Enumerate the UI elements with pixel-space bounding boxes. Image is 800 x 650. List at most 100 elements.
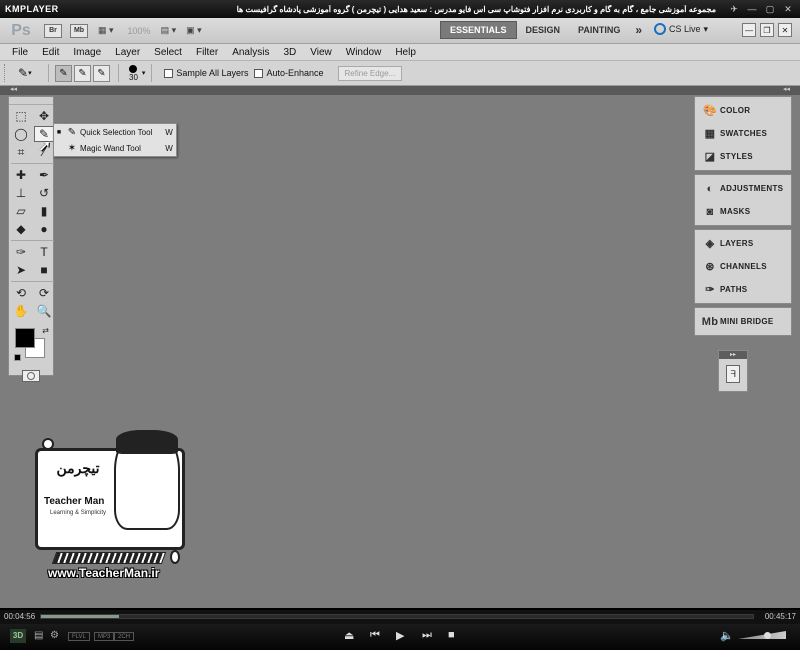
menu-edit[interactable]: Edit xyxy=(35,47,66,58)
eject-icon[interactable]: ⏏ xyxy=(344,629,354,642)
type-tool-icon[interactable]: T xyxy=(34,244,54,260)
panel-group-mini-bridge: Mb MINI BRIDGE xyxy=(694,307,792,336)
cs-live-icon xyxy=(654,23,666,35)
close-icon[interactable]: ✕ xyxy=(782,4,794,15)
gradient-tool-icon[interactable]: ▮ xyxy=(34,203,54,219)
menu-3d[interactable]: 3D xyxy=(276,47,303,58)
expand-panels-icon[interactable]: ◂◂ xyxy=(783,85,790,93)
volume-slider[interactable] xyxy=(738,631,786,639)
play-icon[interactable]: ▶ xyxy=(396,629,404,642)
tool-preset-picker[interactable]: ✎ ▾ xyxy=(18,64,42,82)
menu-layer[interactable]: Layer xyxy=(108,47,147,58)
workspace-design[interactable]: DESIGN xyxy=(517,21,570,39)
time-total: 00:45:17 xyxy=(764,612,796,621)
tools-panel-grip[interactable] xyxy=(9,97,53,105)
flyout-item-magic-wand[interactable]: ✶ Magic Wand Tool W xyxy=(54,141,176,156)
subtract-from-selection-mode-button[interactable]: ✎ xyxy=(93,64,110,82)
swap-colors-icon[interactable]: ⇄ xyxy=(42,326,49,335)
color-panel-icon: 🎨 xyxy=(703,105,717,117)
workspace-painting[interactable]: PAINTING xyxy=(569,21,629,39)
menu-filter[interactable]: Filter xyxy=(189,47,225,58)
seek-track[interactable] xyxy=(40,614,754,619)
crop-tool-icon[interactable]: ⌗ xyxy=(11,144,31,160)
blur-tool-icon[interactable]: ◆ xyxy=(11,221,31,237)
player-logo[interactable]: KMPLAYER xyxy=(0,4,59,14)
screen-mode-dropdown[interactable]: ▣ ▾ xyxy=(186,25,202,36)
arrange-documents-dropdown[interactable]: ▤ ▾ xyxy=(161,25,177,36)
ps-restore-icon[interactable]: ❐ xyxy=(760,23,774,37)
menu-window[interactable]: Window xyxy=(339,47,389,58)
sample-all-layers-checkbox[interactable]: Sample All Layers xyxy=(164,68,248,78)
zoom-level[interactable]: 100% xyxy=(128,26,151,36)
hand-tool-icon[interactable]: ✋ xyxy=(11,303,31,319)
panel-swatches[interactable]: ▦ SWATCHES xyxy=(695,122,791,145)
new-selection-mode-button[interactable]: ✎ xyxy=(55,64,72,82)
brush-picker-arrow-icon[interactable]: ▾ xyxy=(142,69,146,77)
settings-gear-icon[interactable]: ⚙ xyxy=(50,630,59,641)
3d-mode-button[interactable]: 3D xyxy=(10,629,26,643)
menu-help[interactable]: Help xyxy=(388,47,423,58)
playlist-icon[interactable]: ▤ xyxy=(34,630,43,641)
zoom-tool-icon[interactable]: 🔍 xyxy=(34,303,54,319)
pen-tool-icon[interactable]: ✑ xyxy=(11,244,31,260)
collapse-tools-icon[interactable]: ◂◂ xyxy=(10,85,17,93)
quick-mask-button[interactable] xyxy=(22,370,40,382)
launch-mini-bridge-button[interactable]: Mb xyxy=(70,23,88,38)
next-icon[interactable]: ⏭ xyxy=(422,629,432,642)
shape-tool-icon[interactable]: ■ xyxy=(34,262,54,278)
move-tool-icon[interactable]: ✥ xyxy=(34,108,54,124)
eraser-tool-icon[interactable]: ▱ xyxy=(11,203,31,219)
menu-select[interactable]: Select xyxy=(147,47,189,58)
panel-paths[interactable]: ✑ PATHS xyxy=(695,278,791,301)
seek-progress xyxy=(41,615,120,618)
options-grip[interactable] xyxy=(4,64,8,82)
player-controls: 3D ▤ ⚙ FLVL MP3 2CH ⏏ ⏮ ▶ ⏭ ■ 🔈 xyxy=(0,624,800,650)
brush-tool-icon[interactable]: ✒ xyxy=(34,167,54,183)
menu-file[interactable]: File xyxy=(0,47,35,58)
path-selection-tool-icon[interactable]: ➤ xyxy=(11,262,31,278)
menu-view[interactable]: View xyxy=(303,47,339,58)
launch-bridge-button[interactable]: Br xyxy=(44,23,62,38)
minimize-icon[interactable]: — xyxy=(746,4,758,15)
panel-layers[interactable]: ◈ LAYERS xyxy=(695,232,791,255)
panel-adjustments[interactable]: ◐ ADJUSTMENTS xyxy=(695,177,791,200)
stop-icon[interactable]: ■ xyxy=(448,629,455,641)
history-brush-tool-icon[interactable]: ↺ xyxy=(34,185,54,201)
panel-masks[interactable]: ◙ MASKS xyxy=(695,200,791,223)
mouse-cursor-icon: ➚ xyxy=(38,138,52,155)
foreground-color-swatch[interactable] xyxy=(15,328,35,348)
tool-presets-icon[interactable]: ᖷ xyxy=(726,365,740,383)
dodge-tool-icon[interactable]: ● xyxy=(34,221,54,237)
panel-styles[interactable]: ◪ STYLES xyxy=(695,145,791,168)
add-to-selection-mode-button[interactable]: ✎ xyxy=(74,64,91,82)
maximize-icon[interactable]: ▢ xyxy=(764,4,776,15)
ps-close-icon[interactable]: ✕ xyxy=(778,23,792,37)
menu-image[interactable]: Image xyxy=(66,47,108,58)
view-extras-dropdown[interactable]: ▦ ▾ xyxy=(98,25,114,36)
menu-analysis[interactable]: Analysis xyxy=(225,47,276,58)
refine-edge-button[interactable]: Refine Edge... xyxy=(337,65,403,81)
lasso-tool-icon[interactable]: ◯ xyxy=(11,126,31,142)
previous-icon[interactable]: ⏮ xyxy=(370,629,380,642)
panel-channels[interactable]: ⊛ CHANNELS xyxy=(695,255,791,278)
panel-color[interactable]: 🎨 COLOR xyxy=(695,99,791,122)
clone-stamp-tool-icon[interactable]: ⊥ xyxy=(11,185,31,201)
menu-bar: File Edit Image Layer Select Filter Anal… xyxy=(0,44,800,60)
healing-brush-tool-icon[interactable]: ✚ xyxy=(11,167,31,183)
panel-mini-bridge[interactable]: Mb MINI BRIDGE xyxy=(695,310,791,333)
auto-enhance-checkbox[interactable]: Auto-Enhance xyxy=(254,68,324,78)
ps-minimize-icon[interactable]: — xyxy=(742,23,756,37)
brush-picker[interactable]: 30 xyxy=(129,64,138,82)
options-bar: ✎ ▾ ✎ ✎ ✎ 30 ▾ Sample All Layers Auto-Enh… xyxy=(0,60,800,86)
pin-icon[interactable]: ✈ xyxy=(728,4,740,15)
flyout-item-quick-selection[interactable]: ■ ✎ Quick Selection Tool W xyxy=(54,125,176,140)
marquee-tool-icon[interactable]: ⬚ xyxy=(11,108,31,124)
mini-panel-expand-icon[interactable]: ▸▸ xyxy=(719,351,747,359)
volume-speaker-icon[interactable]: 🔈 xyxy=(720,629,734,642)
workspace-essentials[interactable]: ESSENTIALS xyxy=(440,21,517,39)
more-workspaces-button[interactable]: » xyxy=(629,23,648,37)
cs-live-menu[interactable]: CS Live ▾ xyxy=(654,23,708,35)
default-colors-icon[interactable] xyxy=(14,354,21,361)
3d-rotate-tool-icon[interactable]: ⟲ xyxy=(11,285,31,301)
3d-orbit-tool-icon[interactable]: ⟳ xyxy=(34,285,54,301)
